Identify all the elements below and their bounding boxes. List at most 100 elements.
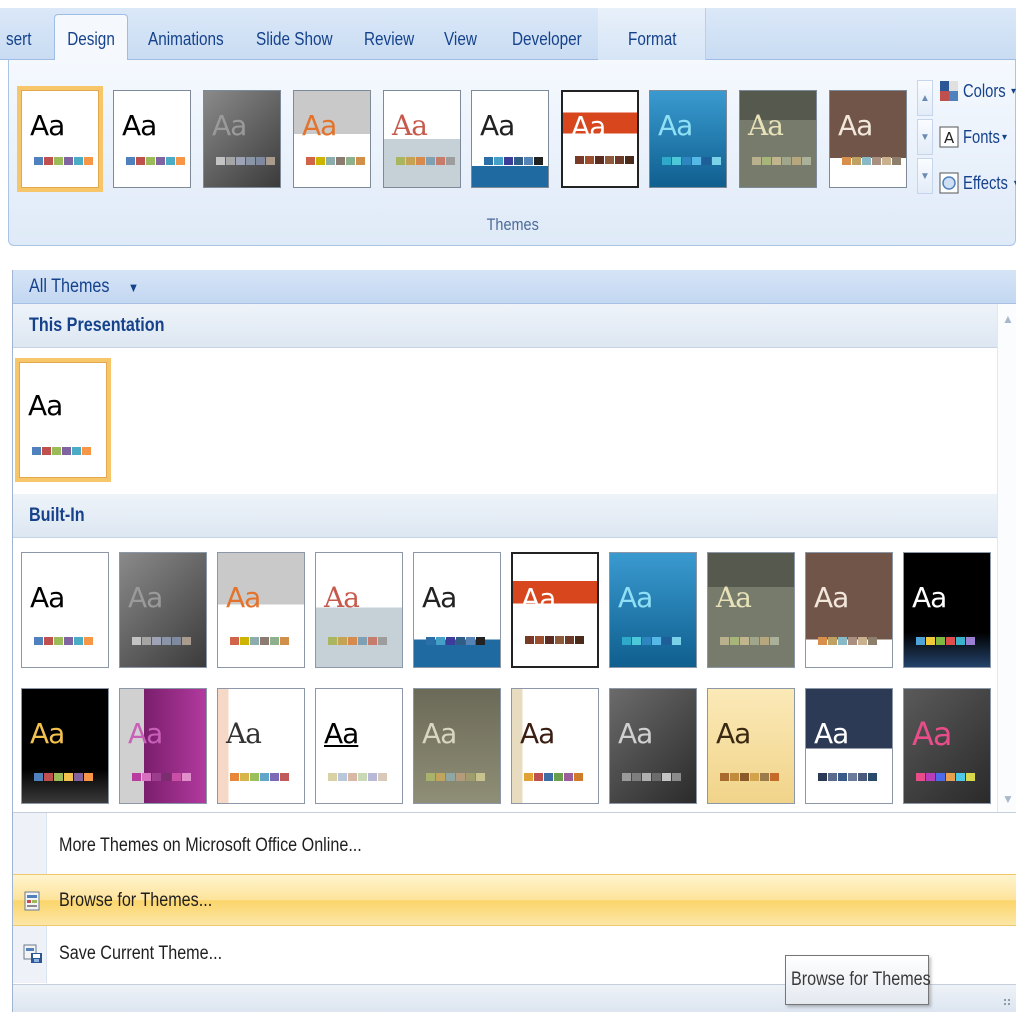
theme-swatches [720, 773, 780, 781]
ribbon-theme-3[interactable]: Aa [203, 90, 281, 188]
tab-review[interactable]: Review [364, 18, 414, 60]
gallery-scrollbar[interactable]: ▲ ▼ [997, 304, 1016, 812]
theme-swatches [306, 157, 366, 165]
theme-swatches [916, 773, 976, 781]
ribbon-theme-10[interactable]: Aa [829, 90, 907, 188]
theme-builtin-17[interactable]: Aa [609, 688, 697, 804]
theme-swatches [622, 773, 682, 781]
theme-aa-text: Aa [28, 389, 63, 422]
scroll-down-arrow-icon[interactable]: ▼ [1000, 792, 1016, 808]
tab-design[interactable]: Design [54, 14, 128, 61]
theme-builtin-12[interactable]: Aa [119, 688, 207, 804]
fonts-icon: A [939, 126, 959, 148]
theme-aa-text: Aa [748, 109, 784, 142]
theme-swatches [328, 773, 388, 781]
browse-themes-tooltip: Browse for Themes [785, 955, 931, 1005]
ribbon-theme-2[interactable]: Aa [113, 90, 191, 188]
theme-aa-text: Aa [912, 581, 947, 614]
theme-aa-text: Aa [324, 717, 359, 750]
theme-swatches [126, 157, 186, 165]
browse-themes-icon [24, 891, 40, 911]
theme-swatches [396, 157, 456, 165]
theme-swatches [575, 156, 635, 164]
theme-builtin-3[interactable]: Aa [217, 552, 305, 668]
theme-builtin-11[interactable]: Aa [21, 688, 109, 804]
browse-for-themes-item[interactable]: Browse for Themes... [13, 874, 1016, 926]
theme-aa-text: Aa [571, 110, 606, 143]
theme-builtin-18[interactable]: Aa [707, 688, 795, 804]
scroll-up-arrow-icon[interactable]: ▲ [1000, 312, 1016, 328]
more-themes-online-item[interactable]: More Themes on Microsoft Office Online..… [13, 820, 1016, 872]
theme-swatches [34, 637, 94, 645]
theme-builtin-1[interactable]: Aa [21, 552, 109, 668]
theme-aa-text: Aa [324, 581, 360, 614]
theme-builtin-9[interactable]: Aa [805, 552, 893, 668]
theme-builtin-8[interactable]: Aa [707, 552, 795, 668]
ribbon-theme-7[interactable]: Aa [561, 90, 639, 188]
tab-format[interactable]: Format [628, 18, 676, 60]
ribbon-theme-office[interactable]: Aa [17, 86, 103, 192]
theme-swatches [132, 637, 192, 645]
ribbon-theme-5[interactable]: Aa [383, 90, 461, 188]
gallery-scroll-buttons: ▲ ▼ ▼ [917, 80, 935, 198]
ribbon-theme-8[interactable]: Aa [649, 90, 727, 188]
save-theme-label: Save Current Theme... [59, 943, 223, 964]
theme-builtin-13[interactable]: Aa [217, 688, 305, 804]
theme-aa-text: Aa [520, 717, 555, 750]
theme-this-presentation[interactable]: Aa [15, 358, 111, 482]
theme-swatches [34, 157, 94, 165]
theme-aa-text: Aa [814, 717, 849, 750]
theme-aa-text: Aa [618, 717, 653, 750]
all-themes-filter[interactable]: All Themes ▼ [13, 270, 1016, 304]
theme-builtin-15[interactable]: Aa [413, 688, 501, 804]
theme-builtin-14[interactable]: Aa [315, 688, 403, 804]
theme-swatches [230, 637, 290, 645]
tab-developer[interactable]: Developer [512, 18, 582, 60]
theme-builtin-2[interactable]: Aa [119, 552, 207, 668]
theme-builtin-16[interactable]: Aa [511, 688, 599, 804]
theme-aa-text: Aa [480, 109, 515, 142]
tab-animations[interactable]: Animations [148, 18, 224, 60]
theme-swatches [818, 637, 878, 645]
theme-aa-text: Aa [122, 109, 157, 142]
theme-aa-text: Aa [128, 581, 163, 614]
fonts-button[interactable]: A Fonts ▾ [939, 120, 1007, 154]
gallery-scroll-down-button[interactable]: ▼ [917, 119, 933, 155]
theme-builtin-7[interactable]: Aa [609, 552, 697, 668]
gallery-scroll-up-button[interactable]: ▲ [917, 80, 933, 116]
ribbon-theme-9[interactable]: Aa [739, 90, 817, 188]
section-built-in: Built-In [13, 494, 997, 538]
theme-swatches [818, 773, 878, 781]
theme-builtin-6[interactable]: Aa [511, 552, 599, 668]
theme-swatches [720, 637, 780, 645]
theme-swatches [32, 447, 92, 455]
theme-swatches [132, 773, 192, 781]
theme-swatches [525, 636, 585, 644]
more-themes-label: More Themes on Microsoft Office Online..… [59, 835, 362, 856]
theme-swatches [842, 157, 902, 165]
theme-swatches [916, 637, 976, 645]
theme-swatches [662, 157, 722, 165]
theme-swatches [34, 773, 94, 781]
ribbon-theme-6[interactable]: Aa [471, 90, 549, 188]
effects-button[interactable]: Effects▾ [939, 166, 1016, 200]
theme-aa-text: Aa [30, 109, 65, 142]
tab-view[interactable]: View [444, 18, 477, 60]
theme-builtin-4[interactable]: Aa [315, 552, 403, 668]
ribbon-theme-4[interactable]: Aa [293, 90, 371, 188]
tab-insert[interactable]: sert [6, 18, 32, 60]
themes-group-label: Themes [486, 215, 540, 234]
colors-button[interactable]: Colors ▾ [939, 74, 1016, 108]
theme-aa-text: Aa [226, 581, 261, 614]
tab-slide-show[interactable]: Slide Show [256, 18, 333, 60]
resize-grip-icon[interactable] [1003, 998, 1011, 1006]
gallery-more-button[interactable]: ▼ [917, 158, 933, 194]
theme-builtin-5[interactable]: Aa [413, 552, 501, 668]
theme-builtin-20[interactable]: Aa [903, 688, 991, 804]
theme-aa-text: Aa [392, 109, 428, 142]
theme-aa-text: Aa [30, 717, 65, 750]
theme-aa-text: Aa [716, 581, 752, 614]
theme-swatches [230, 773, 290, 781]
theme-builtin-19[interactable]: Aa [805, 688, 893, 804]
theme-builtin-10[interactable]: Aa [903, 552, 991, 668]
